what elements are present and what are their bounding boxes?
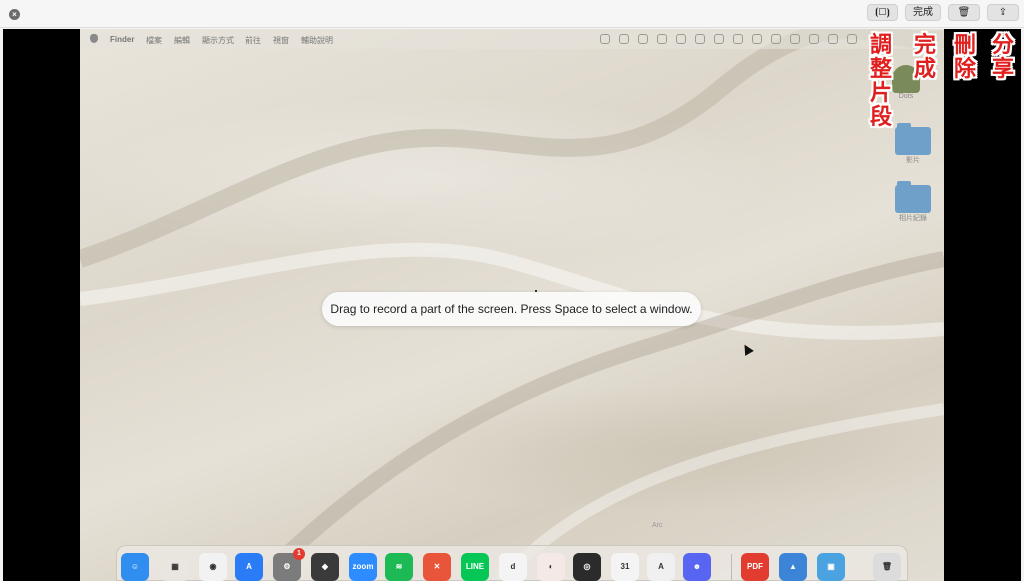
status-icon xyxy=(828,34,838,44)
trash-icon: 🗑 xyxy=(881,562,893,571)
annotation-share: 分享 xyxy=(991,33,1014,82)
status-icon xyxy=(638,34,648,44)
desktop-icon-label: 影片 xyxy=(906,157,920,164)
share-icon: ⇪ xyxy=(998,7,1008,18)
dock-app-spotify[interactable]: ≋ xyxy=(385,553,413,581)
status-icon xyxy=(733,34,743,44)
obs-icon: ◎ xyxy=(583,562,591,571)
spotify-icon: ≋ xyxy=(395,562,403,571)
dictionary-icon: d xyxy=(510,562,516,571)
desktop-icon-label: Dots xyxy=(898,93,914,100)
status-icon xyxy=(600,34,610,44)
dock-app-launchpad[interactable]: ▦ xyxy=(161,553,189,581)
apple-icon xyxy=(90,34,98,43)
dock-app-astro[interactable]: A xyxy=(647,553,675,581)
chrome-icon: ◉ xyxy=(209,562,217,571)
menu-app-name: Finder xyxy=(110,35,135,44)
preview-icon: ▲ xyxy=(789,562,797,571)
status-icon xyxy=(809,34,819,44)
dock-app-pdf-expert[interactable]: PDF xyxy=(741,553,769,581)
discord-icon: ☻ xyxy=(692,562,702,571)
delete-button[interactable]: 🗑 xyxy=(948,4,980,21)
menu-item: 顯示方式 xyxy=(202,36,234,45)
dock-app-trash[interactable]: 🗑 xyxy=(873,553,901,581)
notification-badge: 1 xyxy=(293,548,305,560)
status-icon xyxy=(790,34,800,44)
dock-app-line[interactable]: LINE xyxy=(461,553,489,581)
status-icon xyxy=(714,34,724,44)
trim-button[interactable]: ⦗▢⦘ xyxy=(867,4,898,21)
menu-item: 編輯 xyxy=(174,36,190,45)
astro-icon: A xyxy=(658,562,664,571)
status-icons xyxy=(600,34,857,44)
status-icon xyxy=(619,34,629,44)
desktop-icon-label: 相片紀錄 xyxy=(899,215,927,222)
title-bar: × ⦗▢⦘ 完成 🗑 ⇪ xyxy=(0,0,1024,28)
record-hint-banner: Drag to record a part of the screen. Pre… xyxy=(322,292,701,326)
annotation-done: 完成 xyxy=(913,33,936,82)
trim-icon: ⦗▢⦘ xyxy=(875,7,890,18)
calendar-icon: 31 xyxy=(620,562,630,571)
menu-item: 輔助說明 xyxy=(301,36,333,45)
annotation-delete: 刪除 xyxy=(953,33,976,82)
line-icon: LINE xyxy=(465,562,485,571)
status-icon xyxy=(847,34,857,44)
dock-tooltip: Arc xyxy=(652,522,663,529)
dock-app-xmind[interactable]: ✕ xyxy=(423,553,451,581)
share-button[interactable]: ⇪ xyxy=(987,4,1019,21)
dock-app-zoom[interactable]: zoom xyxy=(349,553,377,581)
photos-icon: ▣ xyxy=(827,562,835,571)
close-icon[interactable]: × xyxy=(9,9,20,20)
dock-app-app-store[interactable]: A xyxy=(235,553,263,581)
status-icon xyxy=(771,34,781,44)
app-store-icon: A xyxy=(246,562,252,571)
status-icon xyxy=(752,34,762,44)
folder-icon xyxy=(895,181,931,213)
dock-app-preview[interactable]: ▲ xyxy=(779,553,807,581)
dock-app-calendar[interactable]: 31 xyxy=(611,553,639,581)
desktop-icon: 影片 xyxy=(895,123,931,165)
dock-app-arc[interactable]: ◐ xyxy=(537,553,565,581)
dock-app-dictionary[interactable]: d xyxy=(499,553,527,581)
desktop-icon: 相片紀錄 xyxy=(895,181,931,223)
dock: ☺ ▦ ◉ A ⚙ 1 ◆ zoom ≋ ✕ LINE d ◐ ◎ 31 A ☻ PDF ▲ ▣ 🗑 xyxy=(116,545,908,581)
done-button[interactable]: 完成 xyxy=(905,4,941,21)
menu-item: 視窗 xyxy=(273,36,289,45)
dock-app-finder[interactable]: ☺ xyxy=(121,553,149,581)
folder-icon xyxy=(895,123,931,155)
finder-icon: ☺ xyxy=(130,562,140,571)
menu-item: 檔案 xyxy=(146,36,162,45)
notion-like-icon: ◆ xyxy=(321,562,329,571)
dock-app-obs[interactable]: ◎ xyxy=(573,553,601,581)
system-settings-icon: ⚙ xyxy=(283,562,291,571)
annotation-trim: 調整片段 xyxy=(869,33,892,130)
status-icon xyxy=(657,34,667,44)
xmind-icon: ✕ xyxy=(433,562,441,571)
dock-app-discord[interactable]: ☻ xyxy=(683,553,711,581)
launchpad-icon: ▦ xyxy=(171,562,179,571)
pdf-expert-icon: PDF xyxy=(747,562,763,571)
mac-menubar: Finder 檔案 編輯 顯示方式 前往 視窗 輔助說明 xyxy=(80,29,944,49)
dock-app-photos[interactable]: ▣ xyxy=(817,553,845,581)
dock-separator xyxy=(731,554,732,580)
dock-app-notion-like[interactable]: ◆ xyxy=(311,553,339,581)
arc-icon: ◐ xyxy=(548,562,554,571)
dock-app-system-settings[interactable]: ⚙ 1 xyxy=(273,548,305,581)
trash-icon: 🗑 xyxy=(957,7,971,18)
menu-item: 前往 xyxy=(245,36,261,45)
status-icon xyxy=(676,34,686,44)
dock-app-chrome[interactable]: ◉ xyxy=(199,553,227,581)
zoom-icon: zoom xyxy=(352,562,374,571)
status-icon xyxy=(695,34,705,44)
quicktime-recording-window: × ⦗▢⦘ 完成 🗑 ⇪ Finder 檔案 編輯 顯示方式 前往 視窗 輔助說… xyxy=(0,0,1024,581)
